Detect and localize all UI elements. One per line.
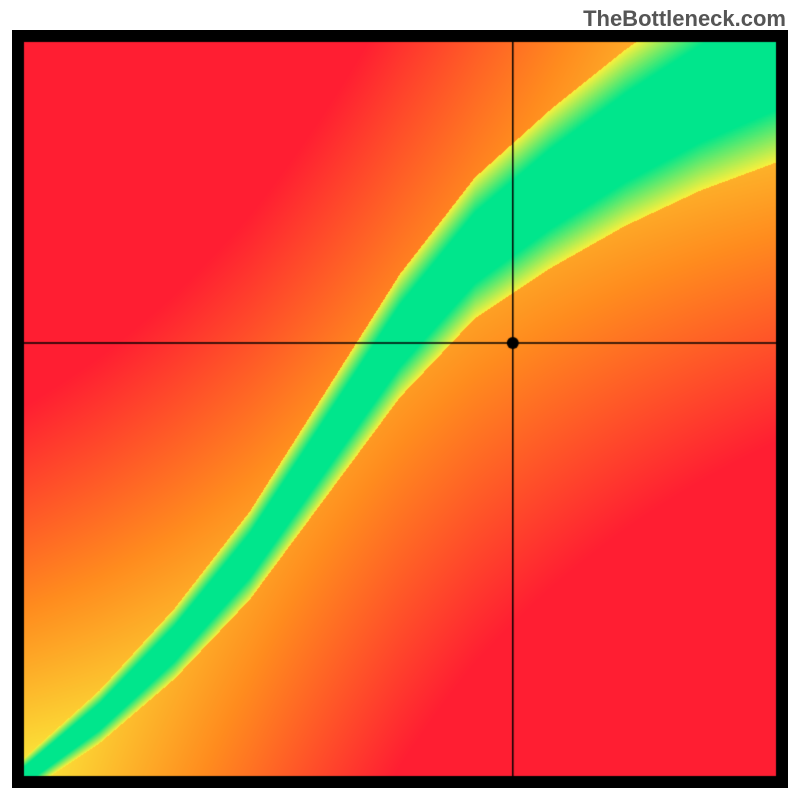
watermark-text: TheBottleneck.com	[583, 6, 786, 32]
heatmap-canvas	[12, 30, 788, 788]
heatmap-chart	[12, 30, 788, 788]
